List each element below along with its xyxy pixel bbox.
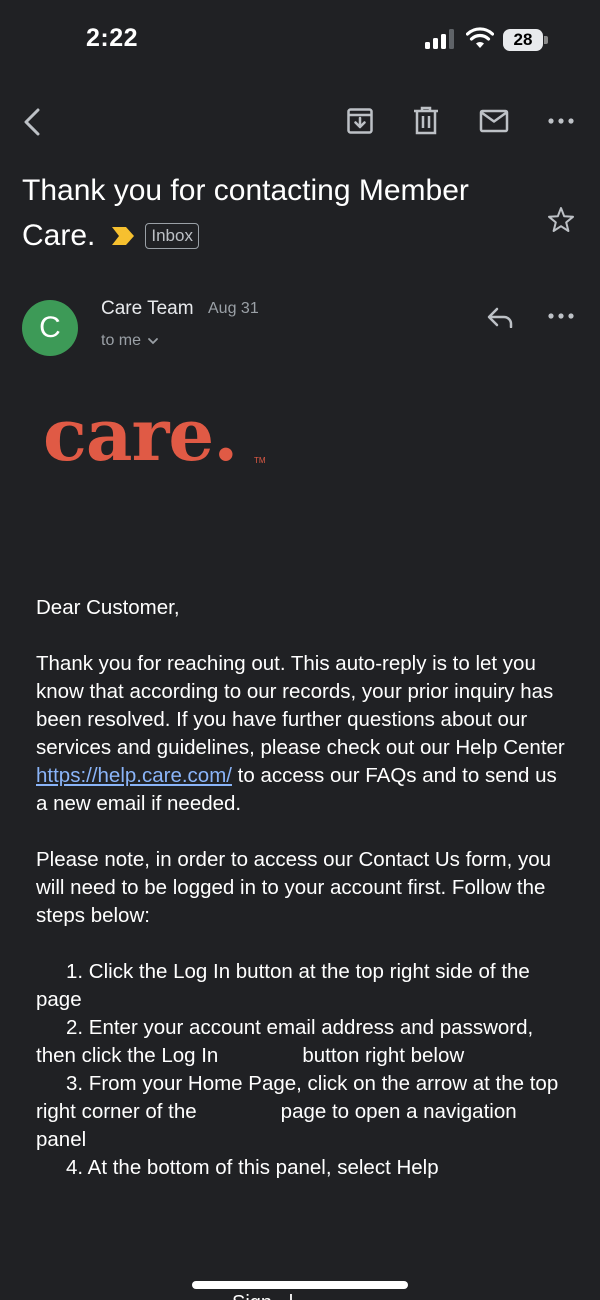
star-button[interactable]	[542, 202, 580, 238]
step-1: 1. Click the Log In button at the top ri…	[36, 960, 530, 1011]
wifi-icon	[466, 27, 494, 48]
status-bar: 2:22 28	[0, 0, 600, 80]
important-marker-icon[interactable]	[111, 225, 135, 247]
delete-button[interactable]	[408, 102, 444, 140]
cellular-signal-icon	[425, 29, 454, 49]
back-button[interactable]	[14, 102, 50, 142]
more-horizontal-icon	[548, 118, 574, 124]
chevron-down-icon	[148, 338, 158, 345]
message-more-button[interactable]	[540, 300, 582, 332]
email-subject: Thank you for contacting Member Care. In…	[22, 168, 522, 258]
cut-off-text: Sign ..l	[232, 1292, 293, 1300]
greeting: Dear Customer,	[36, 596, 180, 619]
battery-indicator: 28	[503, 29, 549, 51]
archive-icon	[347, 108, 373, 134]
recipient-details-toggle[interactable]: to me	[101, 332, 159, 350]
email-body: Dear Customer, Thank you for reaching ou…	[36, 594, 566, 1182]
subject-line-1: Thank you for contacting Member	[22, 174, 469, 207]
email-date: Aug 31	[208, 300, 259, 317]
battery-level: 28	[513, 30, 533, 49]
sender-name[interactable]: Care Team	[101, 298, 194, 320]
subject-line-2: Care.	[22, 219, 96, 252]
mail-icon	[479, 109, 509, 133]
reply-icon	[487, 307, 513, 328]
step-3: 3. From your Home Page, click on the arr…	[36, 1072, 559, 1151]
archive-button[interactable]	[342, 102, 378, 140]
star-icon	[548, 207, 574, 232]
reply-button[interactable]	[480, 300, 520, 334]
trash-icon	[414, 106, 438, 135]
care-logo: care.	[43, 392, 238, 477]
status-time: 2:22	[86, 24, 139, 52]
inbox-label-chip[interactable]: Inbox	[145, 222, 199, 249]
help-center-link[interactable]: https://help.care.com/	[36, 764, 232, 787]
body-paragraph-2: Please note, in order to access our Cont…	[36, 848, 552, 927]
sender-avatar[interactable]: C	[22, 300, 78, 356]
logo-trademark: TM	[254, 456, 266, 465]
body-paragraph-1: Thank you for reaching out. This auto-re…	[36, 652, 565, 815]
more-horizontal-icon	[548, 313, 574, 319]
recipient-label: to me	[101, 332, 142, 349]
step-2: 2. Enter your account email address and …	[36, 1016, 534, 1067]
mark-unread-button[interactable]	[474, 102, 514, 140]
step-4: 4. At the bottom of this panel, select H…	[66, 1156, 439, 1179]
chevron-left-icon	[24, 108, 40, 136]
more-options-button[interactable]	[540, 104, 582, 138]
home-indicator[interactable]	[192, 1281, 408, 1289]
